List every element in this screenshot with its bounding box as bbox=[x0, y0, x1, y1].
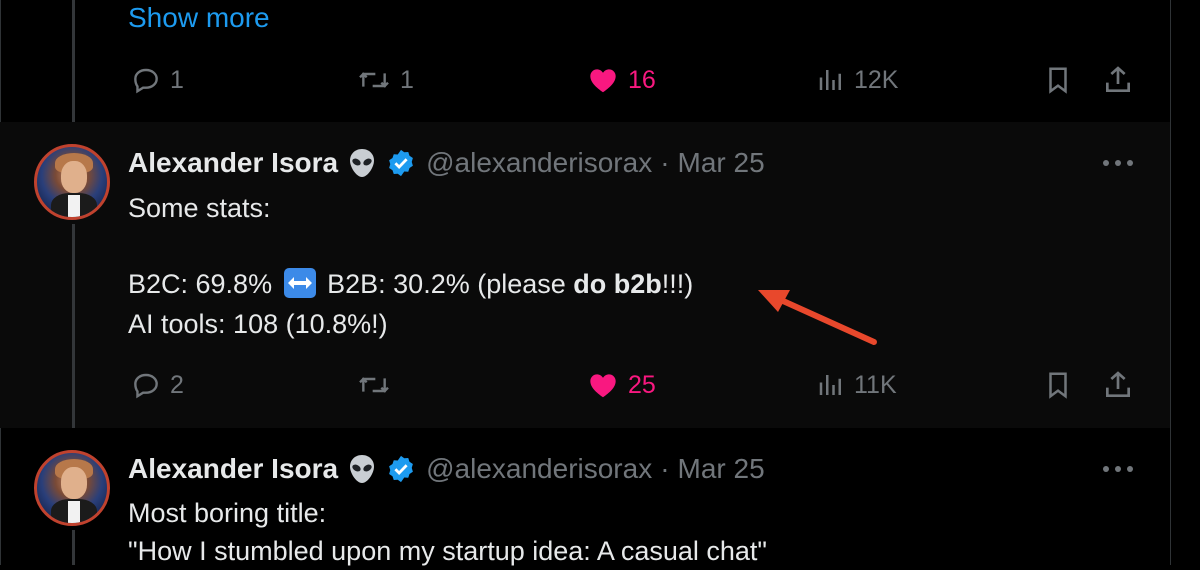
tweet-text-line: Some stats: bbox=[128, 193, 271, 223]
alien-emoji-icon bbox=[350, 455, 375, 483]
views-icon bbox=[819, 70, 841, 90]
tweet-text-line: Most boring title: bbox=[128, 498, 327, 528]
alien-emoji-icon bbox=[350, 149, 375, 177]
bookmark-button[interactable] bbox=[1043, 369, 1073, 401]
author-handle[interactable]: @alexanderisorax bbox=[426, 453, 652, 485]
reply-count: 2 bbox=[170, 370, 184, 399]
tweet-header: Alexander Isora @alexanderisorax · Mar 2… bbox=[128, 145, 765, 181]
thread-line-middle bbox=[72, 224, 75, 428]
more-dots-icon bbox=[1103, 466, 1133, 472]
bookmark-icon bbox=[1049, 372, 1067, 399]
bold-emphasis: do b2b bbox=[573, 269, 662, 299]
separator-dot: · bbox=[660, 453, 670, 484]
verified-badge-icon bbox=[389, 455, 413, 483]
author-handle[interactable]: @alexanderisorax bbox=[426, 147, 652, 179]
thread-line-bottom bbox=[72, 530, 75, 565]
retweet-button[interactable]: 1 bbox=[356, 64, 414, 96]
like-button[interactable]: 16 bbox=[586, 64, 656, 96]
retweet-button[interactable] bbox=[356, 369, 392, 401]
share-icon bbox=[1106, 66, 1130, 92]
tweet-text-line: "How I stumbled upon my startup idea: A … bbox=[128, 536, 768, 566]
retweet-icon bbox=[359, 377, 389, 393]
more-options-button[interactable] bbox=[1100, 148, 1136, 178]
view-count: 11K bbox=[854, 370, 897, 399]
author-name[interactable]: Alexander Isora bbox=[128, 147, 338, 179]
annotation-arrow-icon bbox=[758, 290, 877, 345]
left-right-arrow-icon bbox=[283, 268, 316, 298]
like-count: 25 bbox=[628, 370, 656, 399]
like-count: 16 bbox=[628, 65, 656, 94]
thread-line-top bbox=[72, 0, 75, 122]
views-button[interactable]: 12K bbox=[816, 64, 898, 96]
b2c-stat: B2C: 69.8% bbox=[128, 269, 273, 299]
tweet-date[interactable]: Mar 25 bbox=[678, 147, 765, 179]
like-button[interactable]: 25 bbox=[586, 369, 656, 401]
view-count: 12K bbox=[854, 65, 899, 94]
retweet-count: 1 bbox=[400, 65, 414, 94]
bookmark-icon bbox=[1049, 67, 1067, 94]
heart-filled-icon bbox=[590, 374, 616, 398]
show-more-link[interactable]: Show more bbox=[128, 2, 270, 34]
share-button[interactable] bbox=[1102, 64, 1134, 96]
reply-icon bbox=[134, 373, 158, 399]
tweet-date[interactable]: Mar 25 bbox=[678, 453, 765, 485]
reply-count: 1 bbox=[170, 65, 184, 94]
views-button[interactable]: 11K bbox=[816, 369, 897, 401]
retweet-icon bbox=[359, 72, 389, 88]
share-icon bbox=[1106, 371, 1130, 397]
reply-icon bbox=[134, 68, 158, 94]
tweet-header: Alexander Isora @alexanderisorax · Mar 2… bbox=[128, 451, 765, 487]
views-icon bbox=[819, 375, 841, 395]
exclamation-tail: !!!) bbox=[661, 269, 694, 299]
timeline-right-border bbox=[1170, 0, 1171, 565]
author-avatar[interactable] bbox=[34, 450, 110, 526]
bookmark-button[interactable] bbox=[1043, 64, 1073, 96]
author-avatar[interactable] bbox=[34, 144, 110, 220]
separator-dot: · bbox=[660, 147, 670, 178]
reply-button[interactable]: 2 bbox=[130, 369, 184, 401]
b2b-stat: B2B: 30.2% (please bbox=[327, 269, 566, 299]
tweet-text-line: B2C: 69.8% B2B: 30.2% (please do b2b!!!) bbox=[128, 265, 693, 303]
tweet-text-line: AI tools: 108 (10.8%!) bbox=[128, 309, 388, 339]
heart-filled-icon bbox=[590, 69, 616, 93]
reply-button[interactable]: 1 bbox=[130, 64, 184, 96]
more-dots-icon bbox=[1103, 160, 1133, 166]
share-button[interactable] bbox=[1102, 369, 1134, 401]
verified-badge-icon bbox=[389, 149, 413, 177]
more-options-button[interactable] bbox=[1100, 454, 1136, 484]
author-name[interactable]: Alexander Isora bbox=[128, 453, 338, 485]
